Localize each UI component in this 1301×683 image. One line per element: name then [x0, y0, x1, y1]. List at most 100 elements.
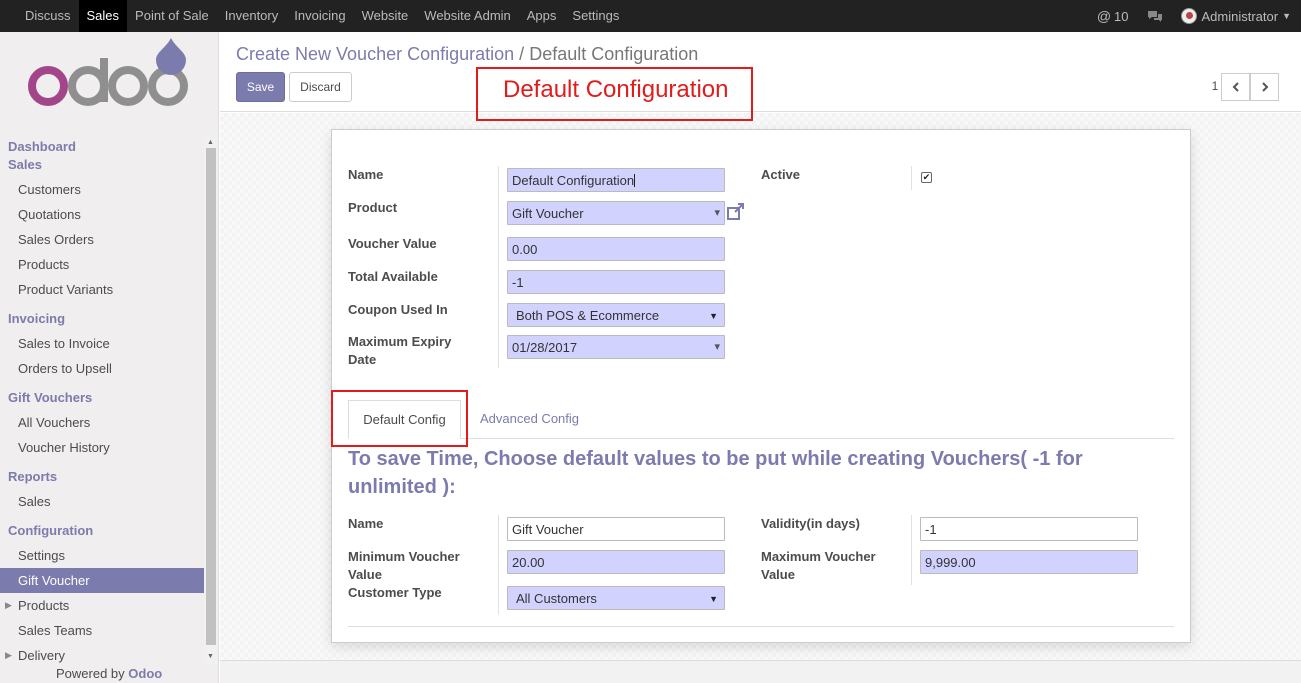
min-voucher-label-line1: Minimum Voucher: [348, 549, 460, 564]
chevron-left-icon: [1232, 82, 1239, 92]
sidebar-item-sales-orders[interactable]: Sales Orders: [0, 227, 204, 252]
discard-button[interactable]: Discard: [289, 72, 352, 102]
sidebar-dashboard[interactable]: Dashboard: [0, 138, 204, 156]
max-voucher-input[interactable]: 9,999.00: [920, 550, 1138, 574]
caret-down-icon: ▼: [1282, 11, 1291, 21]
sidebar: Dashboard Sales Customers Quotations Sal…: [0, 32, 219, 683]
max-expiry-label: Maximum Expiry Date: [348, 333, 451, 369]
external-link-icon[interactable]: [726, 203, 746, 221]
sidebar-item-reports-sales[interactable]: Sales: [0, 489, 204, 514]
sidebar-item-all-vouchers[interactable]: All Vouchers: [0, 410, 204, 435]
annotation-callout-text: Default Configuration: [503, 76, 729, 103]
active-label: Active: [761, 167, 801, 182]
section-separator: [348, 626, 1174, 627]
sidebar-item-customers[interactable]: Customers: [0, 177, 204, 202]
validity-label: Validity(in days): [761, 516, 860, 531]
sidebar-item-sales-to-invoice[interactable]: Sales to Invoice: [0, 331, 204, 356]
default-name-input[interactable]: Gift Voucher: [507, 517, 725, 541]
product-label: Product: [348, 200, 398, 215]
chevron-right-icon: [1261, 82, 1268, 92]
tab-advanced-config[interactable]: Advanced Config: [480, 411, 579, 426]
powered-by: Powered by Odoo: [56, 666, 162, 681]
menu-website-admin[interactable]: Website Admin: [416, 0, 518, 32]
default-name-label: Name: [348, 516, 384, 531]
scroll-down-icon[interactable]: ▼: [207, 653, 214, 660]
sidebar-item-label: Delivery: [18, 648, 65, 663]
max-expiry-label-line1: Maximum Expiry: [348, 334, 452, 349]
menu-discuss[interactable]: Discuss: [17, 0, 79, 32]
scroll-up-icon[interactable]: ▲: [207, 139, 214, 146]
sidebar-head-reports: Reports: [8, 469, 58, 484]
sidebar-item-orders-to-upsell[interactable]: Orders to Upsell: [0, 356, 204, 381]
min-voucher-input[interactable]: 20.00: [507, 550, 725, 574]
sidebar-scrollbar[interactable]: ▲ ▼: [204, 138, 218, 664]
defaults-heading: To save Time, Choose default values to b…: [348, 448, 1083, 498]
menu-point-of-sale[interactable]: Point of Sale: [127, 0, 217, 32]
sidebar-item-settings[interactable]: Settings: [0, 543, 204, 568]
label-divider: [498, 166, 499, 368]
caret-right-icon: ▶: [5, 600, 12, 610]
total-available-label: Total Available: [348, 269, 438, 284]
max-voucher-label-line1: Maximum Voucher: [761, 549, 876, 564]
voucher-value-label: Voucher Value: [348, 236, 437, 251]
active-checkbox[interactable]: ✔: [921, 172, 932, 183]
powered-by-link[interactable]: Odoo: [128, 666, 162, 681]
tabs-divider: [348, 438, 1174, 439]
sidebar-item-label: Products: [18, 598, 70, 613]
label-divider: [911, 515, 912, 585]
sidebar-menu: Dashboard Sales Customers Quotations Sal…: [0, 138, 204, 668]
total-available-input[interactable]: -1: [507, 270, 725, 294]
menu-settings[interactable]: Settings: [564, 0, 627, 32]
chat-button[interactable]: [1147, 10, 1163, 23]
min-voucher-label: Minimum Voucher Value: [348, 548, 460, 584]
control-panel: Create New Voucher Configuration / Defau…: [220, 32, 1301, 112]
sidebar-head-configuration: Configuration: [8, 523, 94, 538]
scrollbar-thumb[interactable]: [206, 148, 216, 645]
label-divider: [498, 515, 499, 615]
sidebar-item-gift-voucher[interactable]: Gift Voucher: [0, 568, 204, 593]
max-expiry-date-input[interactable]: 01/28/2017: [507, 335, 725, 359]
max-expiry-label-line2: Date: [348, 352, 377, 367]
powered-by-text: Powered by: [56, 666, 125, 681]
name-input[interactable]: Default Configuration: [507, 168, 725, 192]
notifications-button[interactable]: @ 10: [1097, 8, 1129, 24]
text-cursor: [634, 174, 636, 187]
menu-inventory[interactable]: Inventory: [217, 0, 286, 32]
chat-bubbles-icon: [1147, 10, 1162, 22]
save-button[interactable]: Save: [236, 72, 285, 102]
breadcrumb-parent[interactable]: Create New Voucher Configuration: [236, 44, 514, 64]
annotation-tab-highlight-box: [331, 390, 468, 447]
sidebar-item-product-variants[interactable]: Product Variants: [0, 277, 204, 302]
pager-previous-button[interactable]: [1221, 73, 1250, 101]
sidebar-item-products[interactable]: Products: [0, 252, 204, 277]
product-select[interactable]: Gift Voucher: [507, 201, 725, 225]
name-label: Name: [348, 167, 384, 182]
sidebar-item-config-products[interactable]: ▶ Products: [0, 593, 204, 618]
notification-count: 10: [1114, 8, 1129, 24]
min-voucher-label-line2: Value: [348, 567, 382, 582]
sidebar-item-sales-teams[interactable]: Sales Teams: [0, 618, 204, 643]
sidebar-head-gift-vouchers: Gift Vouchers: [8, 390, 93, 405]
top-navbar: Discuss Sales Point of Sale Inventory In…: [0, 0, 1301, 32]
menu-website[interactable]: Website: [354, 0, 417, 32]
menu-sales[interactable]: Sales: [78, 0, 128, 32]
pager-next-button[interactable]: [1250, 73, 1279, 101]
odoo-logo: [28, 38, 188, 106]
menu-apps[interactable]: Apps: [519, 0, 565, 32]
user-name: Administrator: [1201, 8, 1279, 24]
sidebar-item-voucher-history[interactable]: Voucher History: [0, 435, 204, 460]
breadcrumb-current: Default Configuration: [529, 44, 699, 64]
voucher-value-input[interactable]: 0.00: [507, 237, 725, 261]
max-voucher-label-line2: Value: [761, 567, 795, 582]
validity-input[interactable]: -1: [920, 517, 1138, 541]
customer-type-select[interactable]: All Customers: [507, 586, 725, 610]
sidebar-item-quotations[interactable]: Quotations: [0, 202, 204, 227]
name-input-value: Default Configuration: [512, 173, 635, 188]
sidebar-item-delivery[interactable]: ▶ Delivery: [0, 643, 204, 668]
user-menu[interactable]: Administrator ▼: [1180, 8, 1291, 24]
customer-type-label: Customer Type: [348, 585, 442, 600]
max-voucher-label: Maximum Voucher Value: [761, 548, 876, 584]
coupon-used-select[interactable]: Both POS & Ecommerce: [507, 303, 725, 327]
label-divider: [911, 166, 912, 190]
menu-invoicing[interactable]: Invoicing: [286, 0, 353, 32]
